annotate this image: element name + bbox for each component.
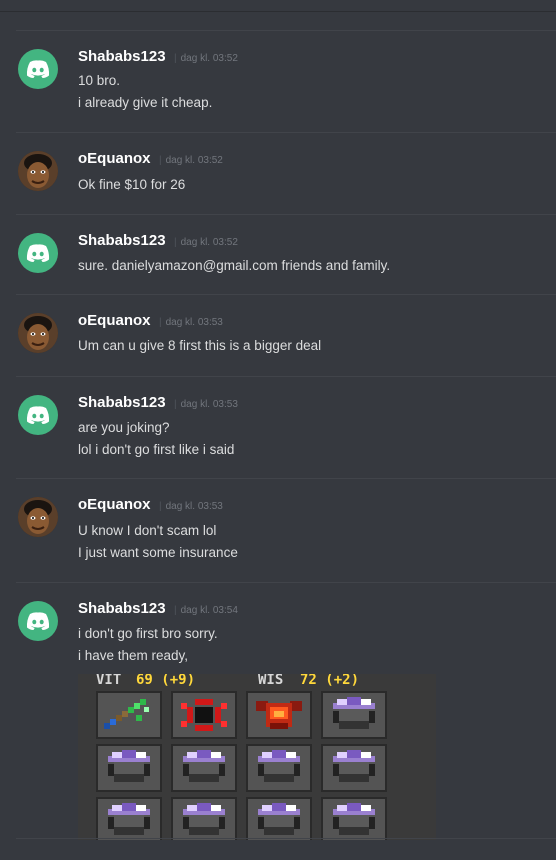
discord-logo-icon[interactable] [18, 233, 58, 273]
timestamp: dag kl. 03:53 [174, 399, 238, 410]
message-text: Ok fine $10 for 26 [78, 177, 186, 192]
message-header: oEquanox dag kl. 03:52 [78, 150, 223, 168]
username[interactable]: oEquanox [78, 150, 151, 167]
purple-potion-icon[interactable] [246, 797, 312, 840]
stat-value: 69 (+9) [136, 674, 196, 688]
red-armor-icon[interactable] [246, 691, 312, 739]
message-text: i don't go first bro sorry. [78, 626, 218, 641]
bottom-divider [16, 838, 556, 839]
image-attachment[interactable]: VIT 69 (+9) WIS 72 (+2) [78, 674, 436, 840]
username[interactable]: oEquanox [78, 496, 151, 513]
stat-label: VIT [96, 674, 122, 688]
timestamp: dag kl. 03:52 [174, 237, 238, 248]
user-avatar-face[interactable] [18, 313, 58, 353]
timestamp: dag kl. 03:53 [159, 501, 223, 512]
purple-potion-icon[interactable] [171, 744, 237, 792]
message-group: Shababs123 dag kl. 03:52 10 bro. i alrea… [16, 30, 556, 132]
message-group: oEquanox dag kl. 03:52 Ok fine $10 for 2… [16, 132, 556, 214]
purple-potion-icon[interactable] [171, 797, 237, 840]
user-avatar-face[interactable] [18, 497, 58, 537]
username[interactable]: Shababs123 [78, 394, 166, 411]
red-ring-icon[interactable] [171, 691, 237, 739]
message-text: are you joking? [78, 420, 170, 435]
message-text: sure. danielyamazon@gmail.com friends an… [78, 258, 391, 273]
message-header: Shababs123 dag kl. 03:53 [78, 394, 238, 412]
stat-label: WIS [258, 674, 284, 688]
message-header: Shababs123 dag kl. 03:52 [78, 232, 238, 250]
message-header: Shababs123 dag kl. 03:54 [78, 600, 238, 618]
message-group: Shababs123 dag kl. 03:53 are you joking?… [16, 376, 556, 478]
message-text: i have them ready, [78, 648, 189, 663]
user-avatar-face[interactable] [18, 151, 58, 191]
message-header: oEquanox dag kl. 03:53 [78, 312, 223, 330]
top-divider [0, 11, 556, 12]
message-text: 10 bro. [78, 73, 121, 88]
username[interactable]: Shababs123 [78, 48, 166, 65]
message-text: lol i don't go first like i said [78, 442, 235, 457]
purple-potion-icon[interactable] [321, 744, 387, 792]
message-text: I just want some insurance [78, 545, 238, 560]
message-text: i already give it cheap. [78, 95, 213, 110]
timestamp: dag kl. 03:53 [159, 317, 223, 328]
stat-row: VIT 69 (+9) WIS 72 (+2) [78, 674, 436, 692]
purple-potion-icon[interactable] [321, 691, 387, 739]
message-text: Um can u give 8 first this is a bigger d… [78, 338, 322, 353]
purple-potion-icon[interactable] [96, 797, 162, 840]
username[interactable]: Shababs123 [78, 232, 166, 249]
green-wand-icon[interactable] [96, 691, 162, 739]
message-group: oEquanox dag kl. 03:53 Um can u give 8 f… [16, 294, 556, 376]
purple-potion-icon[interactable] [246, 744, 312, 792]
purple-potion-icon[interactable] [321, 797, 387, 840]
message-group: Shababs123 dag kl. 03:52 sure. danielyam… [16, 214, 556, 294]
timestamp: dag kl. 03:54 [174, 605, 238, 616]
timestamp: dag kl. 03:52 [159, 155, 223, 166]
username[interactable]: oEquanox [78, 312, 151, 329]
username[interactable]: Shababs123 [78, 600, 166, 617]
stat-value: 72 (+2) [300, 674, 360, 688]
message-header: oEquanox dag kl. 03:53 [78, 496, 223, 514]
purple-potion-icon[interactable] [96, 744, 162, 792]
discord-logo-icon[interactable] [18, 49, 58, 89]
message-text: U know I don't scam lol [78, 523, 217, 538]
timestamp: dag kl. 03:52 [174, 53, 238, 64]
message-group: oEquanox dag kl. 03:53 U know I don't sc… [16, 478, 556, 582]
message-header: Shababs123 dag kl. 03:52 [78, 48, 238, 66]
message-group: Shababs123 dag kl. 03:54 i don't go firs… [16, 582, 556, 672]
discord-logo-icon[interactable] [18, 395, 58, 435]
discord-logo-icon[interactable] [18, 601, 58, 641]
